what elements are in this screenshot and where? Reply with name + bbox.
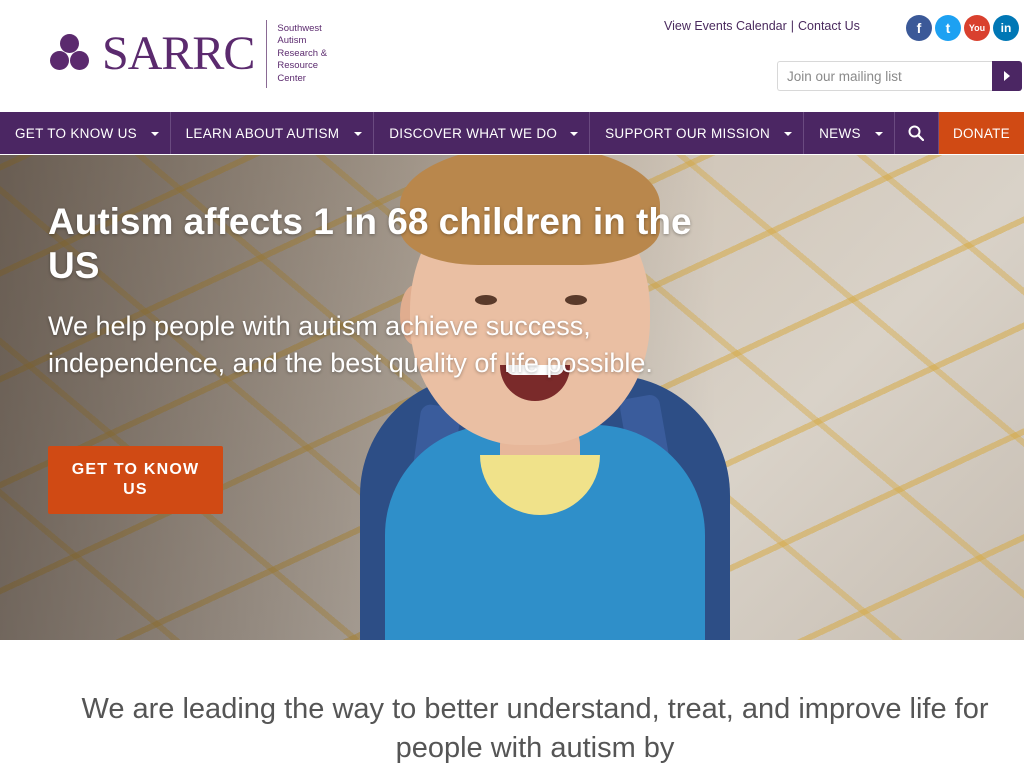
mailing-list-form	[777, 61, 1022, 91]
caret-down-icon	[354, 132, 363, 136]
logo-subtitle-line: Autism	[277, 35, 307, 47]
main-nav: GET TO KNOW US LEARN ABOUT AUTISM DISCOV…	[0, 112, 1024, 154]
caret-down-icon	[874, 132, 883, 136]
social-links: f t You in	[906, 15, 1019, 41]
logo-subtitle-line: Center	[277, 72, 306, 84]
caret-down-icon	[570, 132, 579, 136]
linkedin-icon[interactable]: in	[993, 15, 1019, 41]
nav-item-label: DISCOVER WHAT WE DO	[389, 125, 558, 141]
mailing-list-input[interactable]	[777, 61, 992, 91]
view-events-calendar-link[interactable]: View Events Calendar	[664, 19, 787, 33]
facebook-icon[interactable]: f	[906, 15, 932, 41]
sarrc-logo[interactable]: SARRC Southwest Autism Research & Resour…	[48, 20, 327, 88]
contact-us-link[interactable]: Contact Us	[798, 19, 860, 33]
donate-button[interactable]: DONATE	[938, 112, 1024, 154]
logo-wordmark: SARRC	[102, 27, 255, 80]
nav-item-label: SUPPORT OUR MISSION	[605, 125, 771, 141]
caret-down-icon	[150, 132, 159, 136]
youtube-icon[interactable]: You	[964, 15, 990, 41]
search-icon	[908, 125, 925, 141]
get-to-know-us-button[interactable]: GET TO KNOW US	[48, 446, 223, 514]
hero-subtitle: We help people with autism achieve succe…	[48, 311, 653, 378]
nav-item-news[interactable]: NEWS	[804, 112, 895, 154]
nav-item-label: NEWS	[819, 125, 861, 141]
mailing-list-submit-button[interactable]	[992, 61, 1022, 91]
logo-mark-icon	[48, 34, 92, 74]
top-links-separator: |	[790, 19, 795, 33]
logo-subtitle-line: Southwest	[277, 22, 322, 34]
mission-tagline: We are leading the way to better underst…	[81, 693, 989, 764]
hero-title: Autism affects 1 in 68 children in the U…	[48, 201, 692, 286]
twitter-icon[interactable]: t	[935, 15, 961, 41]
logo-subtitle: Southwest Autism Research & Resource Cen…	[277, 23, 327, 86]
nav-item-get-to-know-us[interactable]: GET TO KNOW US	[0, 112, 171, 154]
nav-item-support-our-mission[interactable]: SUPPORT OUR MISSION	[590, 112, 805, 154]
logo-divider	[266, 20, 268, 88]
nav-item-label: LEARN ABOUT AUTISM	[185, 125, 340, 141]
caret-down-icon	[784, 132, 793, 136]
top-links: View Events Calendar | Contact Us	[664, 19, 860, 33]
nav-item-learn-about-autism[interactable]: LEARN ABOUT AUTISM	[171, 112, 375, 154]
site-header: SARRC Southwest Autism Research & Resour…	[0, 0, 1024, 112]
nav-item-discover-what-we-do[interactable]: DISCOVER WHAT WE DO	[374, 112, 591, 154]
logo-subtitle-line: Resource	[277, 60, 319, 72]
nav-search-button[interactable]	[895, 112, 939, 154]
logo-subtitle-line: Research &	[277, 47, 328, 59]
nav-item-label: GET TO KNOW US	[15, 125, 137, 141]
arrow-right-icon	[1004, 71, 1010, 81]
donate-label: DONATE	[952, 125, 1010, 141]
